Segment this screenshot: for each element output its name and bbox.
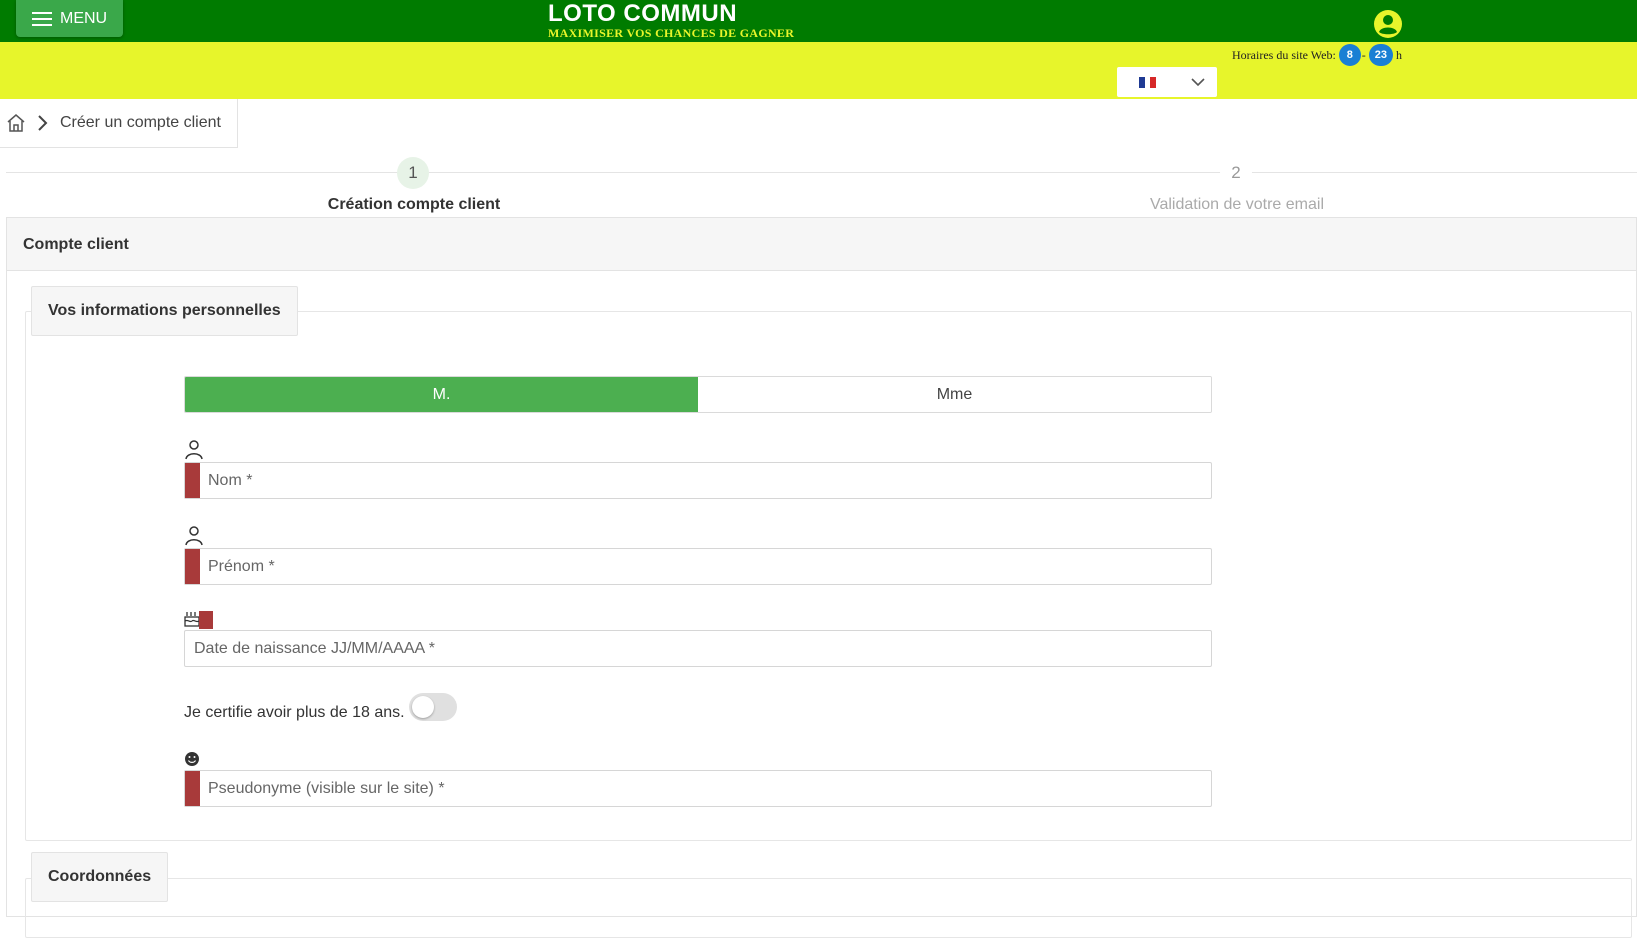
prenom-placeholder: Prénom * [208, 557, 275, 575]
step-2-number: 2 [1220, 157, 1252, 189]
hours-open-badge: 8 [1338, 44, 1361, 66]
personal-info-legend: Vos informations personnelles [31, 286, 298, 336]
gender-mme-button[interactable]: Mme [698, 377, 1211, 412]
nom-field[interactable]: Nom * [184, 462, 1212, 499]
pseudo-field[interactable]: Pseudonyme (visible sur le site) * [184, 770, 1212, 807]
required-marker [199, 611, 213, 629]
menu-label: MENU [60, 9, 108, 27]
hours-dash: - [1361, 47, 1366, 62]
age-certify-label: Je certifie avoir plus de 18 ans. [184, 704, 405, 721]
age-certify-switch[interactable] [409, 693, 457, 721]
step-1-number: 1 [397, 157, 429, 189]
hours-label: Horaires du site Web: [1232, 47, 1336, 62]
language-select[interactable] [1117, 67, 1217, 97]
user-account-icon[interactable] [1373, 9, 1403, 39]
gender-m-button[interactable]: M. [185, 377, 698, 412]
hours-close-badge: 23 [1368, 44, 1394, 66]
hours-unit: h [1396, 47, 1403, 62]
site-hours: Horaires du site Web: 8 - 23 h [1232, 44, 1402, 66]
coordinates-legend: Coordonnées [31, 852, 169, 902]
switch-knob [412, 696, 434, 718]
birthdate-field[interactable]: Date de naissance JJ/MM/AAAA * [184, 630, 1212, 667]
hamburger-icon [32, 11, 52, 26]
logo-title[interactable]: LOTO COMMUN [548, 0, 737, 28]
prenom-field[interactable]: Prénom * [184, 548, 1212, 585]
person-icon [185, 440, 203, 460]
step-1-label: Création compte client [327, 196, 501, 213]
breadcrumb: Créer un compte client [0, 99, 238, 148]
nom-placeholder: Nom * [208, 471, 253, 489]
pseudo-placeholder: Pseudonyme (visible sur le site) * [208, 779, 445, 797]
logo-tagline: MAXIMISER VOS CHANCES DE GAGNER [548, 26, 795, 40]
person-icon [185, 526, 203, 546]
birthdate-placeholder: Date de naissance JJ/MM/AAAA * [194, 639, 435, 657]
smiley-icon [185, 752, 199, 766]
menu-button[interactable]: MENU [16, 0, 123, 37]
gender-toggle: M. Mme [184, 376, 1212, 413]
chevron-down-icon [1191, 78, 1205, 87]
required-marker [185, 463, 200, 498]
breadcrumb-current: Créer un compte client [60, 114, 221, 131]
top-bar: MENU LOTO COMMUN MAXIMISER VOS CHANCES D… [0, 0, 1637, 42]
chevron-right-icon [38, 115, 48, 131]
coordinates-fieldset [25, 878, 1632, 938]
flag-fr-icon [1139, 76, 1157, 88]
step-2-label: Validation de votre email [1149, 196, 1325, 213]
required-marker [185, 771, 200, 806]
home-icon[interactable] [6, 113, 26, 133]
required-marker [185, 549, 200, 584]
birthday-cake-icon [184, 612, 200, 627]
card-title: Compte client [7, 218, 1636, 271]
